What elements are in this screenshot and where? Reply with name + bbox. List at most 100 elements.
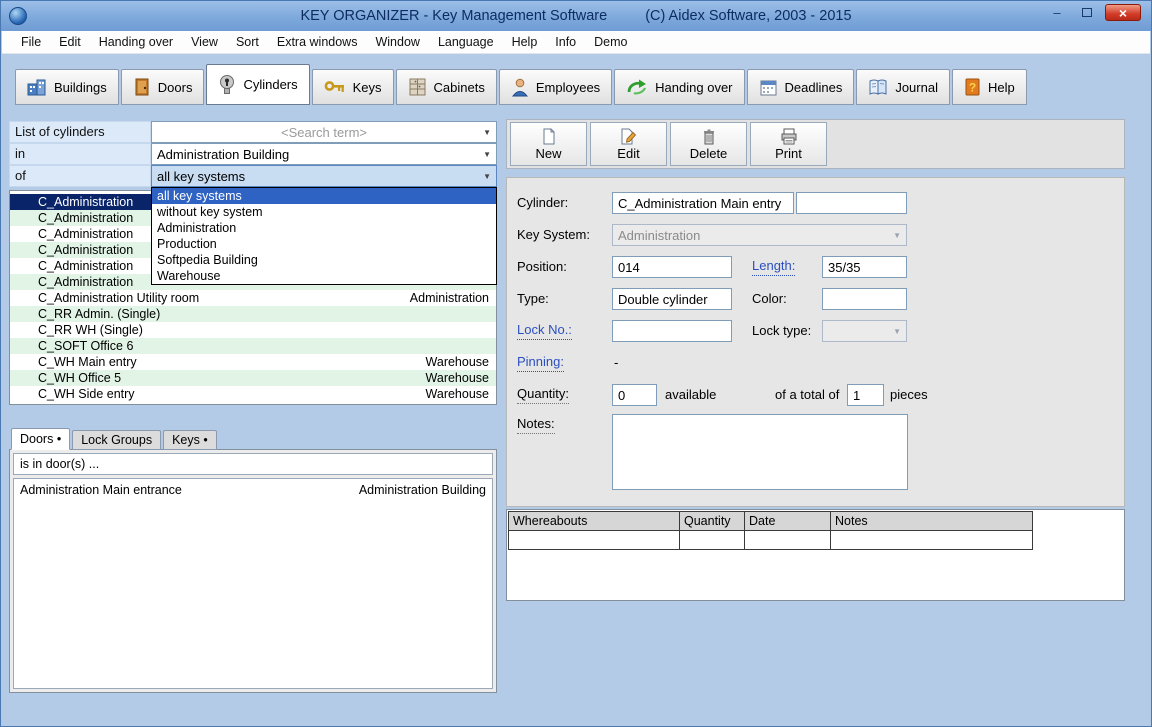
list-item[interactable]: C_WH Side entry Warehouse (10, 386, 496, 402)
door-icon (135, 78, 149, 96)
menu-handing-over[interactable]: Handing over (90, 32, 182, 52)
notes-label: Notes: (517, 414, 555, 434)
doors-list: Administration Main entrance Administrat… (13, 478, 493, 689)
help-book-icon: ? (965, 78, 980, 96)
dropdown-option[interactable]: without key system (152, 204, 496, 220)
list-item[interactable]: C_SOFT Office 6 (10, 338, 496, 354)
building-combo[interactable]: Administration Building ▼ (151, 143, 497, 165)
pinning-value: - (614, 355, 619, 370)
of-label: of (9, 165, 151, 187)
key-system-label: Key System: (517, 227, 590, 242)
lock-no-link[interactable]: Lock No.: (517, 320, 572, 340)
menu-demo[interactable]: Demo (585, 32, 636, 52)
position-input[interactable] (612, 256, 732, 278)
dropdown-option[interactable]: Administration (152, 220, 496, 236)
dropdown-option[interactable]: Softpedia Building (152, 252, 496, 268)
main-tabstrip: Buildings Doors Cylinders Keys Cabinets … (1, 63, 1151, 105)
menu-window[interactable]: Window (366, 32, 428, 52)
titlebar: KEY ORGANIZER - Key Management Software … (1, 1, 1151, 31)
menu-sort[interactable]: Sort (227, 32, 268, 52)
table-cell (679, 530, 745, 550)
window-title: KEY ORGANIZER - Key Management Software … (300, 8, 852, 24)
list-item[interactable]: C_Administration Utility room Administrat… (10, 290, 496, 306)
cylinder-extra-input[interactable] (796, 192, 907, 214)
tab-deadlines[interactable]: Deadlines (746, 69, 855, 105)
pinning-link[interactable]: Pinning: (517, 352, 564, 372)
menu-help[interactable]: Help (503, 32, 547, 52)
column-header[interactable]: Date (744, 511, 831, 531)
key-system-dropdown-list: all key systems without key system Admin… (151, 187, 497, 285)
print-button[interactable]: Print (750, 122, 827, 166)
tab-doors[interactable]: Doors (120, 69, 205, 105)
key-icon (324, 81, 344, 92)
list-item[interactable]: Administration Main entrance Administrat… (14, 481, 492, 499)
search-input[interactable] (157, 124, 491, 140)
printer-icon (781, 128, 796, 144)
notes-textarea[interactable] (612, 414, 908, 490)
buildings-icon (27, 79, 46, 96)
in-label: in (9, 143, 151, 165)
edit-button[interactable]: Edit (590, 122, 667, 166)
subtab-doors[interactable]: Doors • (11, 428, 71, 450)
menubar: File Edit Handing over View Sort Extra w… (2, 31, 1150, 54)
close-button[interactable]: × (1105, 4, 1141, 21)
color-label: Color: (752, 291, 787, 306)
list-item[interactable]: C_WH Office 5 Warehouse (10, 370, 496, 386)
type-input[interactable] (612, 288, 732, 310)
type-label: Type: (517, 291, 549, 306)
table-cell (744, 530, 831, 550)
menu-edit[interactable]: Edit (50, 32, 90, 52)
app-icon[interactable] (9, 7, 27, 25)
trash-icon (703, 129, 714, 144)
list-item[interactable]: C_WH Main entry Warehouse (10, 354, 496, 370)
new-button[interactable]: New (510, 122, 587, 166)
maximize-button[interactable] (1075, 4, 1099, 21)
table-row[interactable] (508, 530, 1123, 550)
menu-info[interactable]: Info (546, 32, 585, 52)
lock-no-input[interactable] (612, 320, 732, 342)
search-combo[interactable]: ▼ (151, 121, 497, 143)
quantity-input[interactable] (612, 384, 657, 406)
list-item[interactable]: C_RR WH (Single) (10, 322, 496, 338)
subtab-keys[interactable]: Keys • (163, 430, 217, 450)
tab-buildings[interactable]: Buildings (15, 69, 119, 105)
new-page-icon (543, 128, 554, 144)
tab-handing-over[interactable]: Handing over (614, 69, 745, 105)
key-system-filter-combo[interactable]: all key systems ▼ (151, 165, 497, 187)
list-of-cylinders-label: List of cylinders (9, 121, 151, 143)
lock-type-select[interactable]: ▼ (822, 320, 907, 342)
cylinder-form: Cylinder: Key System: Administration ▼ P… (506, 177, 1125, 507)
cylinder-name-input[interactable] (612, 192, 794, 214)
list-item[interactable]: C_RR Admin. (Single) (10, 306, 496, 322)
menu-extra-windows[interactable]: Extra windows (268, 32, 367, 52)
column-header[interactable]: Notes (830, 511, 1033, 531)
color-input[interactable] (822, 288, 907, 310)
quantity-label: Quantity: (517, 384, 570, 404)
menu-file[interactable]: File (12, 32, 50, 52)
filter-row-building: in Administration Building ▼ (9, 143, 497, 165)
length-link[interactable]: Length: (752, 256, 796, 276)
tab-journal[interactable]: Journal (856, 69, 950, 105)
chevron-down-icon: ▼ (483, 127, 491, 137)
tab-help[interactable]: ? Help (951, 69, 1027, 105)
length-input[interactable] (822, 256, 907, 278)
minimize-button[interactable]: – (1045, 4, 1069, 21)
dropdown-option[interactable]: Warehouse (152, 268, 496, 284)
tab-cylinders[interactable]: Cylinders (206, 64, 310, 105)
whereabouts-header-row: Whereabouts Quantity Date Notes (508, 511, 1123, 531)
column-header[interactable]: Whereabouts (508, 511, 680, 531)
subtab-lock-groups[interactable]: Lock Groups (72, 430, 162, 450)
tab-cabinets[interactable]: Cabinets (395, 69, 497, 105)
menu-view[interactable]: View (182, 32, 227, 52)
total-input[interactable] (847, 384, 884, 406)
delete-button[interactable]: Delete (670, 122, 747, 166)
dropdown-option[interactable]: Production (152, 236, 496, 252)
dropdown-option[interactable]: all key systems (152, 188, 496, 204)
detail-subtabs: Doors • Lock Groups Keys • (11, 428, 219, 450)
tab-keys[interactable]: Keys (311, 69, 394, 105)
column-header[interactable]: Quantity (679, 511, 745, 531)
tab-employees[interactable]: Employees (498, 69, 613, 105)
journal-book-icon (869, 79, 887, 95)
key-system-select[interactable]: Administration ▼ (612, 224, 907, 246)
menu-language[interactable]: Language (429, 32, 503, 52)
